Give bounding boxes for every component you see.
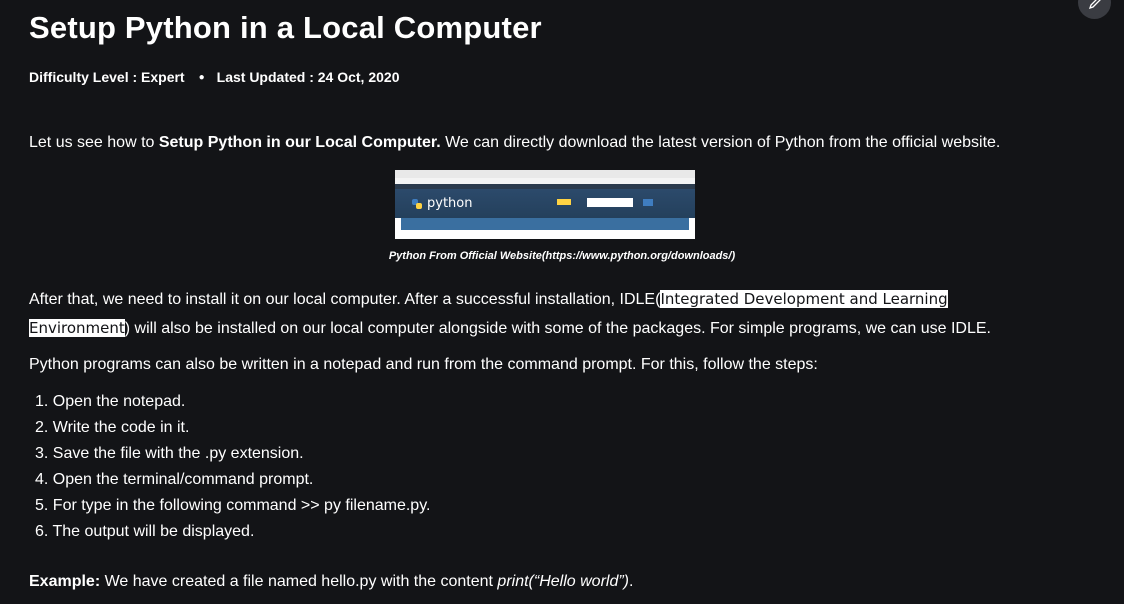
idle-highlight-2: Environment bbox=[29, 319, 125, 337]
intro-bold: Setup Python in our Local Computer. bbox=[158, 134, 441, 151]
install-paragraph: After that, we need to install it on our… bbox=[29, 285, 1089, 343]
intro-prefix: Let us see how to bbox=[29, 134, 159, 151]
intro-paragraph: Let us see how to Setup Python in our Lo… bbox=[29, 129, 1089, 157]
list-item: 4. Open the terminal/command prompt. bbox=[35, 471, 314, 488]
python-logo-text: python bbox=[427, 196, 473, 211]
example-end: . bbox=[629, 573, 634, 590]
site-menu bbox=[401, 218, 689, 230]
page-title: Setup Python in a Local Computer bbox=[29, 10, 542, 45]
site-header: python bbox=[395, 189, 695, 218]
difficulty-level: Difficulty Level : Expert bbox=[29, 69, 185, 85]
browser-bar bbox=[395, 170, 695, 178]
edit-button[interactable] bbox=[1078, 0, 1111, 19]
intro-suffix: We can directly download the latest vers… bbox=[440, 134, 1001, 151]
python-logo-icon bbox=[412, 198, 422, 209]
example-paragraph: Example: We have created a file named he… bbox=[29, 568, 1089, 596]
install-after: ) will also be installed on our local co… bbox=[124, 320, 991, 337]
notepad-paragraph: Python programs can also be written in a… bbox=[29, 356, 818, 373]
article-page: Setup Python in a Local Computer Difficu… bbox=[0, 0, 1124, 604]
figure-caption: Python From Official Website(https://www… bbox=[388, 250, 736, 262]
donate-button bbox=[557, 199, 571, 205]
install-before: After that, we need to install it on our… bbox=[29, 291, 661, 308]
list-item: 3. Save the file with the .py extension. bbox=[35, 445, 304, 462]
pencil-icon bbox=[1088, 0, 1100, 9]
site-search bbox=[587, 198, 633, 207]
list-item: 2. Write the code in it. bbox=[35, 419, 190, 436]
dot-icon: ● bbox=[198, 71, 205, 83]
example-label: Example: bbox=[29, 573, 101, 590]
list-item: 5. For type in the following command >> … bbox=[35, 497, 431, 514]
site-go-button bbox=[643, 199, 653, 206]
list-item: 1. Open the notepad. bbox=[35, 393, 186, 410]
example-code: print(“Hello world”) bbox=[497, 573, 629, 590]
article-meta: Difficulty Level : Expert ● Last Updated… bbox=[29, 69, 399, 85]
idle-highlight-1: Integrated Development and Learning bbox=[660, 290, 948, 308]
python-website-image: python bbox=[395, 170, 695, 239]
last-updated: Last Updated : 24 Oct, 2020 bbox=[216, 69, 400, 85]
list-item: 6. The output will be displayed. bbox=[35, 523, 255, 540]
example-text: We have created a file named hello.py wi… bbox=[100, 573, 498, 590]
steps-list: 1. Open the notepad. 2. Write the code i… bbox=[35, 389, 430, 545]
